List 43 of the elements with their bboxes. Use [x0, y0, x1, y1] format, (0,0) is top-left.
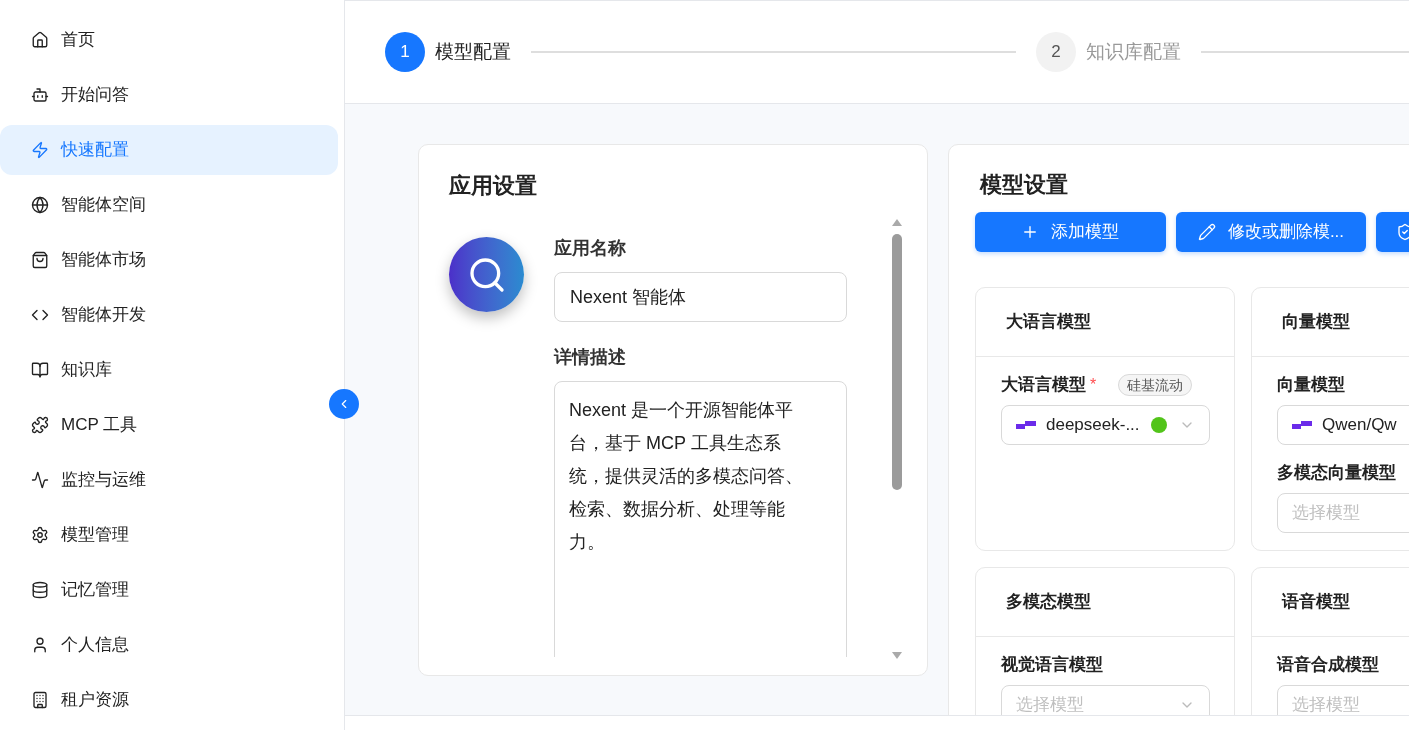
- field-label: 应用名称: [554, 237, 627, 260]
- sidebar-item[interactable]: 记忆管理: [0, 565, 338, 615]
- toolbar-button[interactable]: 添加模型: [975, 212, 1166, 252]
- sidebar-item[interactable]: 首页: [0, 15, 338, 65]
- sidebar-item[interactable]: MCP 工具: [0, 400, 338, 450]
- name-input[interactable]: Nexent 智能体: [554, 272, 847, 322]
- step-label: 模型配置: [435, 39, 511, 64]
- sidebar-item[interactable]: 监控与运维: [0, 455, 338, 505]
- select-placeholder: 选择模型: [1016, 694, 1084, 715]
- step-number: 1: [385, 32, 425, 72]
- select-value: deepseek-...: [1046, 414, 1140, 437]
- sidebar-item[interactable]: 快速配置: [0, 125, 338, 175]
- group-title: 多模态模型: [1006, 591, 1091, 614]
- sidebar-item[interactable]: 开始问答: [0, 70, 338, 120]
- field-label: 语音合成模型: [1277, 654, 1379, 677]
- required-mark: *: [1090, 375, 1097, 395]
- field-label: 向量模型: [1277, 374, 1345, 397]
- model-select[interactable]: deepseek-...: [1001, 405, 1210, 445]
- sidebar-item[interactable]: 知识库: [0, 345, 338, 395]
- select-value: Qwen/Qw: [1322, 414, 1397, 437]
- group-title: 大语言模型: [1006, 311, 1091, 334]
- step-number: 2: [1036, 32, 1076, 72]
- description-input[interactable]: Nexent 是一个开源智能体平台，基于 MCP 工具生态系统，提供灵活的多模态问答、检索、数据分析、处理等能力。: [554, 381, 847, 657]
- toolbar-button[interactable]: 修改或删除模...: [1175, 212, 1367, 252]
- sidebar-item[interactable]: 智能体市场: [0, 235, 338, 285]
- field-label: 视觉语言模型: [1001, 654, 1103, 677]
- group-title: 语音模型: [1282, 591, 1350, 614]
- sidebar-item[interactable]: 智能体空间: [0, 180, 338, 230]
- select-placeholder: 选择模型: [1292, 694, 1360, 715]
- sidebar-item[interactable]: 模型管理: [0, 510, 338, 560]
- card-title: 应用设置: [449, 172, 537, 200]
- group-title: 向量模型: [1282, 311, 1350, 334]
- field-label: 详情描述: [554, 346, 627, 369]
- step-label: 知识库配置: [1086, 39, 1181, 64]
- sidebar-item[interactable]: 个人信息: [0, 620, 338, 670]
- card-title: 模型设置: [980, 171, 1069, 199]
- select-placeholder: 选择模型: [1292, 502, 1360, 525]
- sidebar-item[interactable]: 智能体开发: [0, 290, 338, 340]
- model-select[interactable]: Qwen/Qw: [1277, 405, 1409, 445]
- provider-tag: 硅基流动: [1118, 374, 1193, 396]
- sidebar-item[interactable]: 租户资源: [0, 675, 338, 725]
- field-label: 多模态向量模型: [1277, 462, 1396, 485]
- field-label: 大语言模型: [1001, 374, 1086, 397]
